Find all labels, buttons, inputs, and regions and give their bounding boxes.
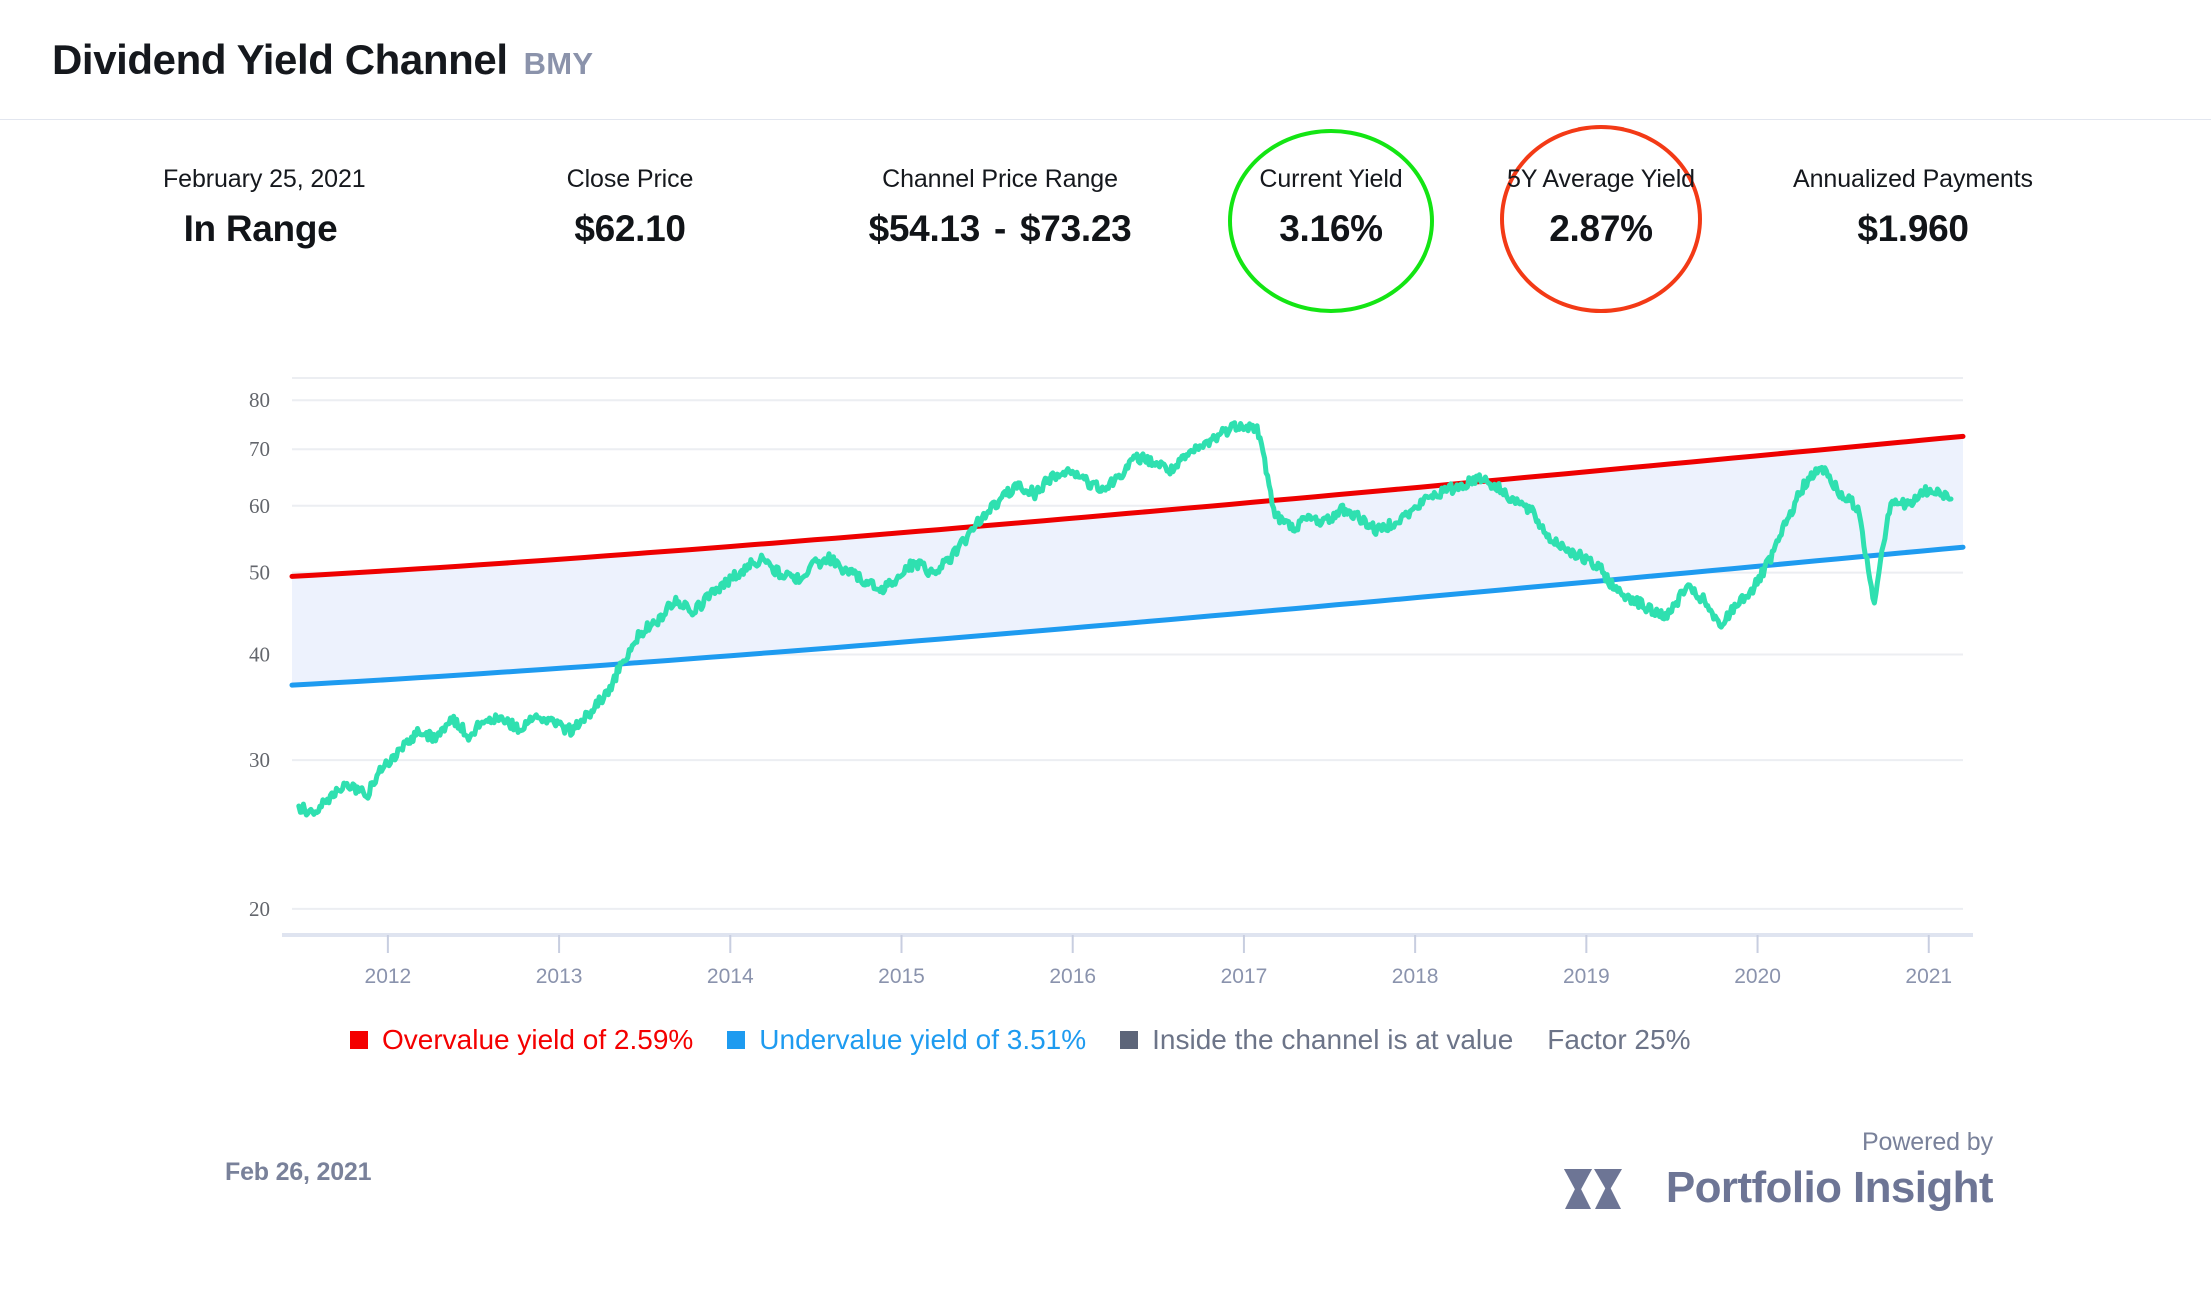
metric-channel-range-value: $54.13 - $73.23 xyxy=(845,208,1155,250)
legend-swatch-inside-channel-icon xyxy=(1120,1031,1139,1049)
legend-item-inside-channel: Inside the channel is at value xyxy=(1120,1024,1513,1056)
mountain-w-icon xyxy=(1563,1169,1622,1209)
metric-status: February 25, 2021 In Range xyxy=(163,165,366,250)
metric-current-yield-value: 3.16% xyxy=(1279,208,1383,249)
legend-item-overvalue: Overvalue yield of 2.59% xyxy=(350,1024,693,1056)
metric-5y-average-yield: 5Y Average Yield 2.87% xyxy=(1486,165,1716,250)
chart-legend: Overvalue yield of 2.59% Undervalue yiel… xyxy=(350,1024,1724,1056)
chart-y-axis-labels: 20 30 40 50 60 70 80 xyxy=(249,388,270,921)
x-axis-tick-label: 2013 xyxy=(536,965,583,988)
legend-label-factor: Factor 25% xyxy=(1547,1024,1691,1055)
x-axis-tick-label: 2017 xyxy=(1221,965,1268,988)
metrics-row: February 25, 2021 In Range Close Price $… xyxy=(0,125,2211,340)
brand-name: Portfolio Insight xyxy=(1665,1163,1994,1212)
y-axis-tick-label: 80 xyxy=(249,388,270,412)
report-date: Feb 26, 2021 xyxy=(225,1158,372,1186)
legend-swatch-undervalue-icon xyxy=(727,1031,746,1049)
metric-annualized-payments-value: $1.960 xyxy=(1857,208,1969,249)
x-axis-tick-label: 2015 xyxy=(878,965,925,988)
channel-range-dash: - xyxy=(993,208,1007,249)
metric-status-label: February 25, 2021 xyxy=(163,165,366,193)
legend-item-factor: Factor 25% xyxy=(1547,1024,1690,1056)
metric-annualized-payments-label: Annualized Payments xyxy=(1793,165,2033,193)
x-axis-tick-label: 2012 xyxy=(365,965,412,988)
metric-channel-range-label: Channel Price Range xyxy=(882,165,1118,193)
y-axis-tick-label: 70 xyxy=(249,437,270,461)
chart-svg: 20304050607080 2012 2013 2014 2015 2016 2017 2… xyxy=(249,377,1973,988)
legend-label-undervalue: Undervalue yield of 3.51% xyxy=(759,1024,1087,1055)
metric-close-price-value: $62.10 xyxy=(574,208,686,249)
metric-channel-range: Channel Price Range $54.13 - $73.23 xyxy=(845,165,1155,250)
x-axis-tick-label: 2018 xyxy=(1392,965,1439,988)
x-axis-tick-label: 2019 xyxy=(1563,965,1610,988)
ticker-symbol: BMY xyxy=(523,45,594,81)
metric-current-yield: Current Yield 3.16% xyxy=(1218,165,1444,250)
metric-close-price-label: Close Price xyxy=(566,165,694,193)
metric-close-price: Close Price $62.10 xyxy=(530,165,730,250)
channel-range-high: $73.23 xyxy=(1020,208,1132,249)
brand-block: Powered by Portfolio Insight xyxy=(1562,1128,1994,1215)
metric-5y-average-yield-label: 5Y Average Yield xyxy=(1507,165,1695,193)
legend-label-inside-channel: Inside the channel is at value xyxy=(1152,1024,1514,1055)
x-axis-tick-label: 2021 xyxy=(1905,965,1952,988)
chart-x-axis: 2012 2013 2014 2015 2016 2017 2018 2019 2020 2021 xyxy=(282,933,1973,988)
x-axis-tick-label: 2014 xyxy=(707,965,754,988)
page-title: Dividend Yield Channel xyxy=(52,35,508,83)
y-axis-tick-label: 60 xyxy=(249,494,270,518)
page-header: Dividend Yield Channel BMY xyxy=(0,0,2211,120)
y-axis-tick-label: 50 xyxy=(249,561,270,585)
y-axis-tick-label: 40 xyxy=(249,643,270,667)
price-channel-chart: 20 30 40 50 60 70 80 2012 2013 2014 2015 2016 2017 2… xyxy=(0,360,2211,1000)
legend-swatch-overvalue-icon xyxy=(350,1031,368,1049)
dividend-yield-channel-page: Dividend Yield Channel BMY February 25, … xyxy=(0,0,2211,1313)
metric-status-value: In Range xyxy=(183,208,338,249)
channel-range-low: $54.13 xyxy=(868,208,981,249)
y-axis-tick-label: 20 xyxy=(249,897,270,921)
x-axis-tick-label: 2016 xyxy=(1049,965,1096,988)
y-axis-tick-label: 30 xyxy=(249,748,270,772)
legend-label-overvalue: Overvalue yield of 2.59% xyxy=(382,1024,694,1055)
legend-item-undervalue: Undervalue yield of 3.51% xyxy=(727,1024,1086,1056)
powered-by-label: Powered by xyxy=(1861,1128,1993,1156)
x-axis-tick-label: 2020 xyxy=(1734,965,1781,988)
metric-current-yield-label: Current Yield xyxy=(1259,165,1403,193)
metric-5y-average-yield-value: 2.87% xyxy=(1549,208,1653,249)
metric-annualized-payments: Annualized Payments $1.960 xyxy=(1773,165,2053,250)
